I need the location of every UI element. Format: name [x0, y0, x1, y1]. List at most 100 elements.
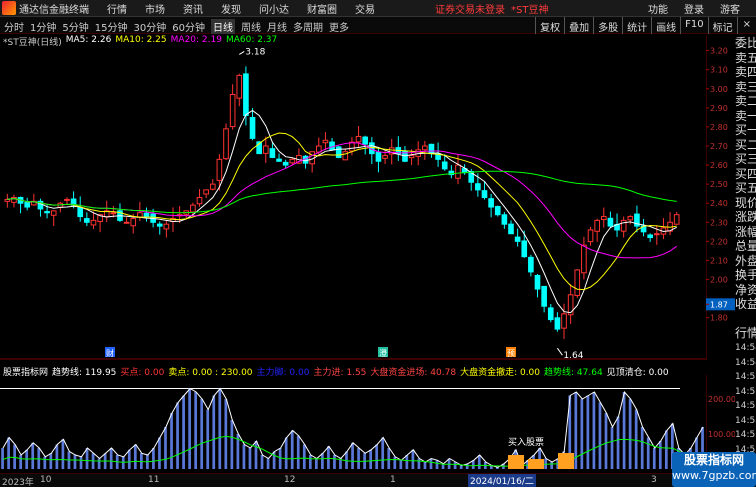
date-label-1: 10 [40, 475, 52, 485]
indicator-bar [393, 456, 397, 469]
tool-button-5[interactable]: F10 [680, 17, 707, 34]
indicator-bar [604, 413, 608, 469]
period-tab-8[interactable]: 月线 [267, 19, 287, 34]
tool-button-0[interactable]: 复权 [535, 17, 564, 34]
indicator-bar [652, 448, 656, 469]
indicator-bar [580, 399, 584, 469]
trade-login-notice[interactable]: 证券交易未登录 [435, 1, 505, 16]
candle-body [196, 197, 203, 205]
candle-body [24, 202, 31, 208]
indicator-bar [194, 392, 198, 469]
period-tab-9[interactable]: 多周期 [293, 19, 323, 34]
price-tick-label: 1.80 [710, 314, 728, 323]
candle-body [508, 223, 514, 235]
menu-item-caifuquan[interactable]: 财富圈 [307, 1, 337, 16]
candle-body [355, 135, 362, 143]
date-label-0: 2023年 [2, 478, 34, 487]
tool-button-2[interactable]: 多股 [593, 17, 622, 34]
tool-button-6[interactable]: 标记 [707, 17, 737, 34]
indicator-bar [284, 437, 288, 469]
site-watermark: 股票指标网 www.7gpzb.com [672, 452, 756, 487]
candle-body [574, 269, 581, 296]
candle-body [203, 189, 209, 195]
price-tick-label: 2.70 [710, 142, 728, 151]
indicator-bar [598, 402, 602, 469]
indicator-bar [302, 444, 306, 469]
indicator-bar [634, 409, 638, 469]
candle-body [335, 146, 342, 158]
menu-item-hangqing[interactable]: 行情 [107, 1, 127, 16]
tick-time-3: 14:55 [735, 386, 756, 397]
candle-body [84, 218, 90, 223]
tool-button-4[interactable]: 画线 [651, 17, 680, 34]
candle-body [647, 234, 653, 239]
menu-item-faxian[interactable]: 发现 [221, 1, 241, 16]
candle-body [567, 294, 574, 316]
menu-item-jiaoyi[interactable]: 交易 [355, 1, 375, 16]
price-tick-label: 2.30 [710, 218, 728, 227]
indicator-bar [272, 451, 276, 469]
function-menu[interactable]: 功能 [648, 1, 668, 16]
period-tab-10[interactable]: 更多 [329, 19, 349, 34]
indicator-bar [327, 446, 330, 469]
indicator-bar [31, 442, 35, 469]
period-tab-0[interactable]: 分时 [4, 19, 24, 34]
indicator-chart[interactable]: 买入股票 [0, 375, 706, 473]
indicator-bar [19, 455, 23, 469]
candle-body [534, 274, 541, 290]
candle-body [554, 317, 561, 330]
stock-name-label: *ST豆神(日线) [3, 38, 62, 48]
indicator-bar [664, 430, 668, 469]
tool-button-3[interactable]: 统计 [622, 17, 651, 34]
indicator-bar [133, 444, 137, 469]
candle-body [130, 217, 137, 227]
tick-time-4: 14:55 [735, 401, 756, 411]
chart-tools: 复权 叠加 多股 统计 画线 F10 标记 × [535, 17, 756, 34]
app-title: 通达信金融终端 [19, 4, 89, 16]
candle-body [375, 151, 382, 162]
indicator-bar [109, 448, 113, 469]
indicator-bar [321, 453, 324, 469]
indicator-bar [43, 456, 47, 469]
indicator-bar [188, 388, 191, 469]
menu-item-zixun[interactable]: 资讯 [183, 1, 203, 16]
price-tick-label: 3.20 [710, 47, 728, 56]
indicator-bar [230, 420, 234, 469]
period-tab-6[interactable]: 日线 [210, 19, 235, 34]
period-tab-2[interactable]: 5分钟 [62, 19, 88, 34]
candlestick-chart[interactable]: 3.18 1.64 财 澄 预 [0, 35, 706, 360]
period-tab-1[interactable]: 1分钟 [30, 19, 56, 34]
candle-body [528, 256, 534, 273]
event-tag: 澄 [379, 348, 387, 358]
indicator-bar [73, 455, 77, 469]
quote-side-panel: 委比 卖五 卖四 卖三 卖二 卖一 买一 买二 买三 买四 买五 现价 涨跌 涨幅 总量 外盘 换手 净资 收益 行情… [735, 35, 756, 487]
indicator-bar [399, 460, 403, 469]
candle-body [408, 155, 415, 159]
candle-body [209, 183, 216, 190]
price-tick-label: 1.87 [710, 300, 728, 309]
indicator-bar [453, 462, 457, 469]
period-toolbar: 分时 1分钟 5分钟 15分钟 30分钟 60分钟 日线 周线 月线 多周期 更多 复权 叠加 多股 统计… [0, 17, 756, 34]
close-icon[interactable]: × [736, 17, 756, 34]
period-tab-4[interactable]: 30分钟 [133, 19, 166, 34]
period-tab-7[interactable]: 周线 [241, 19, 261, 34]
quote-label-20: 行情 [735, 326, 756, 340]
indicator-bar [628, 399, 632, 469]
candle-body [587, 229, 594, 243]
guest-label[interactable]: 游客 [720, 1, 740, 16]
tool-button-1[interactable]: 叠加 [564, 17, 593, 34]
signal-bar [528, 459, 544, 469]
indicator-bar [381, 437, 385, 469]
indicator-bar [429, 458, 433, 469]
candle-body [600, 216, 607, 220]
period-tab-3[interactable]: 15分钟 [95, 19, 128, 34]
indicator-bar [296, 435, 300, 469]
menu-item-shichang[interactable]: 市场 [145, 1, 165, 16]
price-tick-label: 2.90 [710, 104, 728, 113]
candle-body [441, 161, 448, 170]
indicator-bar [357, 448, 360, 469]
menu-item-wenxiaoda[interactable]: 问小达 [259, 1, 289, 16]
login-button[interactable]: 登录 [684, 1, 704, 16]
period-tab-5[interactable]: 60分钟 [172, 19, 205, 34]
candle-body [44, 211, 50, 214]
